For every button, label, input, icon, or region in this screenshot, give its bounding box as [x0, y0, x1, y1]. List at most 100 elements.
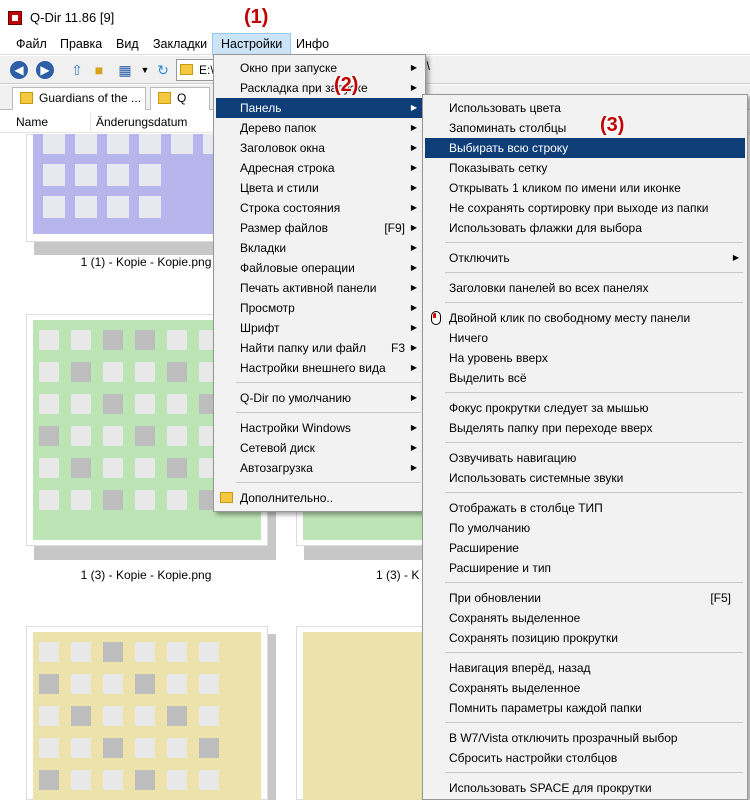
settings-menu-item[interactable]: Размер файлов [F9] ▶: [216, 218, 423, 238]
panel-menu-item[interactable]: Использовать SPACE для прокрутки: [425, 778, 745, 798]
submenu-arrow-icon: ▶: [410, 163, 417, 172]
back-icon[interactable]: ◀: [10, 61, 28, 79]
settings-menu-item[interactable]: Заголовок окна ▶: [216, 138, 423, 158]
panel-menu-item[interactable]: Выделить всё: [425, 368, 745, 388]
tab-guardians[interactable]: Guardians of the ...: [12, 87, 146, 110]
column-date[interactable]: Änderungsdatum: [96, 115, 187, 129]
panel-menu-item-select-full-row[interactable]: Выбирать всю строку: [425, 138, 745, 158]
panel-menu-item[interactable]: Фокус прокрутки следует за мышью: [425, 398, 745, 418]
settings-menu-item[interactable]: Настройки внешнего вида ▶: [216, 358, 423, 378]
panel-menu-item[interactable]: Использовать флажки для выбора: [425, 218, 745, 238]
settings-menu-item[interactable]: Автозагрузка ▶: [216, 458, 423, 478]
settings-menu-item[interactable]: Печать активной панели ▶: [216, 278, 423, 298]
menu-edit[interactable]: Правка: [52, 33, 110, 55]
tab-label: Q: [177, 91, 187, 105]
panel-menu-item[interactable]: Двойной клик по свободному месту панели: [425, 308, 745, 328]
menu-settings[interactable]: Настройки: [212, 33, 292, 55]
settings-menu-item[interactable]: Шрифт ▶: [216, 318, 423, 338]
menu-separator: [236, 382, 421, 383]
settings-menu-item[interactable]: Адресная строка ▶: [216, 158, 423, 178]
settings-menu-item[interactable]: Вкладки ▶: [216, 238, 423, 258]
panel-menu-item[interactable]: Расширение и тип: [425, 558, 745, 578]
panel-menu-item[interactable]: Навигация вперёд, назад: [425, 658, 745, 678]
submenu-arrow-icon: ▶: [410, 393, 417, 402]
forward-icon[interactable]: ▶: [36, 61, 54, 79]
shortcut: [F5]: [710, 591, 731, 605]
panel-submenu: Использовать цвета Запоминать столбцы Вы…: [422, 94, 748, 800]
tab-q[interactable]: Q: [150, 87, 210, 110]
settings-menu-item[interactable]: Настройки Windows ▶: [216, 418, 423, 438]
panel-menu-item[interactable]: Открывать 1 кликом по имени или иконке: [425, 178, 745, 198]
panel-menu-item[interactable]: Показывать сетку: [425, 158, 745, 178]
folder-icon: [220, 492, 233, 503]
panel-menu-item[interactable]: Сохранять выделенное: [425, 608, 745, 628]
settings-menu-item[interactable]: Строка состояния ▶: [216, 198, 423, 218]
panel-menu-item[interactable]: Запоминать столбцы: [425, 118, 745, 138]
menu-view[interactable]: Вид: [108, 33, 147, 55]
folder-icon: [20, 92, 33, 104]
panel-menu-item[interactable]: По умолчанию: [425, 518, 745, 538]
settings-menu-item[interactable]: Файловые операции ▶: [216, 258, 423, 278]
panel-menu-item[interactable]: Расширение: [425, 538, 745, 558]
settings-menu-item[interactable]: Найти папку или файл F3 ▶: [216, 338, 423, 358]
submenu-arrow-icon: ▶: [410, 63, 417, 72]
menu-separator: [445, 722, 743, 723]
panel-menu-item[interactable]: Не сохранять сортировку при выходе из па…: [425, 198, 745, 218]
view-mode-icon[interactable]: ▦: [116, 61, 134, 79]
address-bar[interactable]: E:\: [176, 59, 216, 81]
submenu-arrow-icon: ▶: [410, 303, 417, 312]
step-marker-3: (3): [600, 114, 625, 136]
column-name[interactable]: Name: [16, 115, 48, 129]
panel-menu-item[interactable]: Использовать системные звуки: [425, 468, 745, 488]
shortcut: [F9]: [384, 221, 405, 235]
menu-bookmarks[interactable]: Закладки: [145, 33, 215, 55]
step-marker-2: (2): [334, 74, 359, 96]
settings-menu-item[interactable]: Q-Dir по умолчанию ▶: [216, 388, 423, 408]
panel-menu-item[interactable]: В W7/Vista отключить прозрачный выбор: [425, 728, 745, 748]
file-caption[interactable]: 1 (3) - K: [376, 568, 426, 582]
panel-menu-item[interactable]: Ничего: [425, 328, 745, 348]
panel-menu-item[interactable]: Сбросить настройки столбцов: [425, 748, 745, 768]
panel-menu-item[interactable]: Отключить ▶: [425, 248, 745, 268]
step-marker-1: (1): [244, 6, 269, 28]
menu-separator: [236, 412, 421, 413]
panel-menu-item[interactable]: Сохранять выделенное: [425, 678, 745, 698]
menu-info[interactable]: Инфо: [288, 33, 337, 55]
submenu-arrow-icon: ▶: [410, 363, 417, 372]
submenu-arrow-icon: ▶: [410, 343, 417, 352]
panel-menu-item[interactable]: Выделять папку при переходе вверх: [425, 418, 745, 438]
column-divider[interactable]: [90, 113, 91, 131]
address-text: E:\: [199, 63, 214, 77]
panel-menu-item[interactable]: Сохранять позицию прокрутки: [425, 628, 745, 648]
settings-menu-item-panel[interactable]: Панель ▶: [216, 98, 423, 118]
settings-menu-item[interactable]: Сетевой диск ▶: [216, 438, 423, 458]
submenu-arrow-icon: ▶: [410, 283, 417, 292]
panel-menu-item[interactable]: Заголовки панелей во всех панелях: [425, 278, 745, 298]
panel-menu-item[interactable]: Использовать цвета: [425, 98, 745, 118]
file-caption[interactable]: 1 (3) - Kopie - Kopie.png: [26, 568, 266, 582]
submenu-arrow-icon: ▶: [410, 123, 417, 132]
app-icon: [8, 11, 22, 25]
refresh-icon[interactable]: ↻: [154, 61, 172, 79]
settings-menu-item[interactable]: Просмотр ▶: [216, 298, 423, 318]
menubar: Файл Правка Вид Закладки Настройки Инфо: [0, 33, 750, 55]
submenu-arrow-icon: ▶: [410, 443, 417, 452]
menu-file[interactable]: Файл: [8, 33, 55, 55]
settings-menu-item-advanced[interactable]: Дополнительно..: [216, 488, 423, 508]
new-folder-icon[interactable]: ■: [90, 61, 108, 79]
panel-menu-item[interactable]: Отображать в столбце ТИП: [425, 498, 745, 518]
settings-menu-item[interactable]: Дерево папок ▶: [216, 118, 423, 138]
view-dropdown-icon[interactable]: ▼: [136, 61, 154, 79]
panel-menu-item[interactable]: На уровень вверх: [425, 348, 745, 368]
panel-menu-item[interactable]: При обновлении [F5]: [425, 588, 745, 608]
mouse-icon: [431, 311, 441, 325]
panel-menu-item[interactable]: Озвучивать навигацию: [425, 448, 745, 468]
submenu-arrow-icon: ▶: [410, 463, 417, 472]
settings-menu-item[interactable]: Цвета и стили ▶: [216, 178, 423, 198]
up-folder-icon[interactable]: ⇧: [68, 61, 86, 79]
submenu-arrow-icon: ▶: [410, 103, 417, 112]
panel-menu-item[interactable]: Помнить параметры каждой папки: [425, 698, 745, 718]
submenu-arrow-icon: ▶: [410, 83, 417, 92]
settings-menu-item[interactable]: Раскладка при запуске ▶: [216, 78, 423, 98]
settings-menu-item[interactable]: Окно при запуске ▶: [216, 58, 423, 78]
